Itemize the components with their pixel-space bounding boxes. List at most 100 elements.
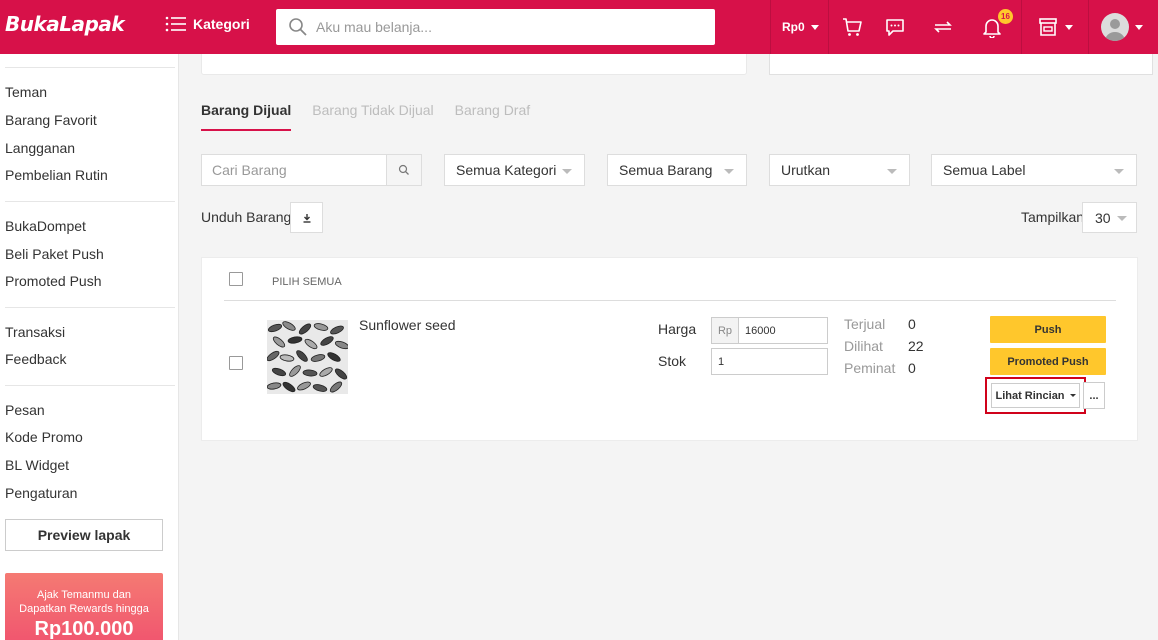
- sidebar-divider: [5, 201, 175, 202]
- sidebar-divider: [5, 385, 175, 386]
- tab-barang-draf[interactable]: Barang Draf: [455, 102, 530, 131]
- sidebar-divider: [5, 307, 175, 308]
- barang-filter-select[interactable]: Semua Barang: [607, 154, 747, 186]
- caret-down-icon: [1114, 169, 1124, 174]
- sidebar-item-transaksi[interactable]: Transaksi: [5, 324, 65, 340]
- bukalapak-logo[interactable]: BukaLapak: [5, 12, 125, 36]
- sidebar-item-promoted-push[interactable]: Promoted Push: [5, 273, 102, 289]
- referral-promo-banner[interactable]: Ajak Temanmu dan Dapatkan Rewards hingga…: [5, 573, 163, 640]
- lihat-rincian-button[interactable]: Lihat Rincian: [991, 383, 1080, 408]
- tab-barang-dijual[interactable]: Barang Dijual: [201, 102, 292, 131]
- stok-label: Stok: [658, 353, 687, 369]
- product-search-field: [201, 154, 387, 186]
- caret-down-icon: [810, 24, 819, 30]
- product-image[interactable]: [267, 320, 348, 394]
- push-button[interactable]: Push: [990, 316, 1106, 343]
- more-options-button[interactable]: ...: [1083, 382, 1105, 409]
- avatar: [1101, 13, 1129, 41]
- store-icon: [1039, 18, 1057, 36]
- pilih-semua-label: PILIH SEMUA: [272, 276, 342, 288]
- kategori-menu-button[interactable]: Kategori: [165, 16, 250, 32]
- saldo-value: Rp0: [782, 20, 805, 34]
- product-tabs: Barang Dijual Barang Tidak Dijual Barang…: [201, 102, 530, 131]
- caret-down-icon: [1069, 394, 1076, 397]
- header-divider: [770, 0, 771, 54]
- sidebar-item-pengaturan[interactable]: Pengaturan: [5, 485, 77, 501]
- sidebar-item-pesan[interactable]: Pesan: [5, 402, 45, 418]
- global-search-input[interactable]: [316, 19, 696, 35]
- caret-down-icon: [1065, 24, 1073, 30]
- download-icon: [303, 213, 310, 223]
- menu-icon: [165, 16, 186, 32]
- sidebar-divider: [5, 67, 175, 68]
- label-filter-value: Semua Label: [943, 162, 1026, 178]
- preview-lapak-button[interactable]: Preview lapak: [5, 519, 163, 551]
- stock-field: [711, 348, 828, 375]
- caret-down-icon: [1117, 216, 1127, 221]
- chat-icon[interactable]: [881, 13, 909, 41]
- sidebar-item-barang-favorit[interactable]: Barang Favorit: [5, 112, 97, 128]
- product-list-card: PILIH SEMUA Sunflower seed Harga Rp 1600…: [201, 257, 1138, 441]
- caret-down-icon: [1135, 24, 1143, 30]
- sidebar-item-beli-paket-push[interactable]: Beli Paket Push: [5, 246, 104, 262]
- product-search-input[interactable]: [212, 162, 372, 178]
- promo-line-1: Ajak Temanmu dan: [37, 589, 131, 601]
- price-field: Rp: [711, 317, 828, 344]
- urutkan-select[interactable]: Urutkan: [769, 154, 910, 186]
- store-menu-button[interactable]: [1034, 13, 1076, 41]
- sidebar-item-pembelian-rutin[interactable]: Pembelian Rutin: [5, 167, 108, 183]
- harga-label: Harga: [658, 321, 697, 337]
- promo-amount: Rp100.000: [34, 618, 134, 640]
- page-size-value: 30: [1095, 209, 1111, 226]
- summary-card-left: [201, 54, 747, 75]
- global-search-box: [276, 9, 715, 45]
- sidebar-item-bukadompet[interactable]: BukaDompet: [5, 218, 86, 234]
- price-input[interactable]: [739, 318, 819, 343]
- kategori-filter-select[interactable]: Semua Kategori: [444, 154, 585, 186]
- summary-card-right: [769, 54, 1153, 75]
- header-divider: [828, 0, 829, 54]
- promoted-push-button[interactable]: Promoted Push: [990, 348, 1106, 375]
- lihat-rincian-label: Lihat Rincian: [995, 389, 1065, 402]
- product-checkbox[interactable]: [229, 356, 243, 370]
- tampilkan-label: Tampilkan: [1021, 209, 1085, 225]
- notification-badge: 16: [998, 9, 1013, 24]
- label-filter-select[interactable]: Semua Label: [931, 154, 1137, 186]
- top-navbar: BukaLapak Kategori Rp0: [0, 0, 1158, 54]
- caret-down-icon: [724, 169, 734, 174]
- unduh-barang-label: Unduh Barang: [201, 209, 292, 225]
- terjual-value: 0: [908, 316, 916, 332]
- product-name[interactable]: Sunflower seed: [359, 317, 456, 333]
- sidebar-item-kode-promo[interactable]: Kode Promo: [5, 429, 83, 445]
- search-icon: [398, 164, 409, 175]
- kategori-filter-value: Semua Kategori: [456, 162, 557, 178]
- header-divider: [1021, 0, 1022, 54]
- dilihat-value: 22: [908, 338, 924, 354]
- tab-barang-tidak-dijual[interactable]: Barang Tidak Dijual: [312, 102, 433, 131]
- sidebar-item-langganan[interactable]: Langganan: [5, 140, 75, 156]
- search-icon: [289, 18, 307, 36]
- saldo-dropdown[interactable]: Rp0: [782, 20, 819, 34]
- download-button[interactable]: [290, 202, 323, 233]
- sidebar-item-feedback[interactable]: Feedback: [5, 351, 66, 367]
- caret-down-icon: [562, 169, 572, 174]
- transfer-icon[interactable]: [929, 13, 957, 41]
- user-menu-button[interactable]: [1101, 13, 1143, 41]
- sidebar-item-teman[interactable]: Teman: [5, 84, 47, 100]
- peminat-value: 0: [908, 360, 916, 376]
- promo-line-2: Dapatkan Rewards hingga: [19, 603, 149, 615]
- urutkan-value: Urutkan: [781, 162, 831, 178]
- sidebar-item-bl-widget[interactable]: BL Widget: [5, 457, 69, 473]
- kategori-label: Kategori: [193, 16, 250, 32]
- product-search-button[interactable]: [386, 154, 422, 186]
- page-size-select[interactable]: 30: [1082, 202, 1137, 233]
- currency-prefix: Rp: [712, 318, 739, 343]
- sidebar: Teman Barang Favorit Langganan Pembelian…: [0, 54, 179, 640]
- barang-filter-value: Semua Barang: [619, 162, 713, 178]
- peminat-label: Peminat: [844, 360, 896, 376]
- list-divider: [224, 300, 1116, 301]
- stock-input[interactable]: [712, 349, 792, 374]
- cart-icon[interactable]: [838, 13, 866, 41]
- header-divider: [1088, 0, 1089, 54]
- select-all-checkbox[interactable]: [229, 272, 243, 286]
